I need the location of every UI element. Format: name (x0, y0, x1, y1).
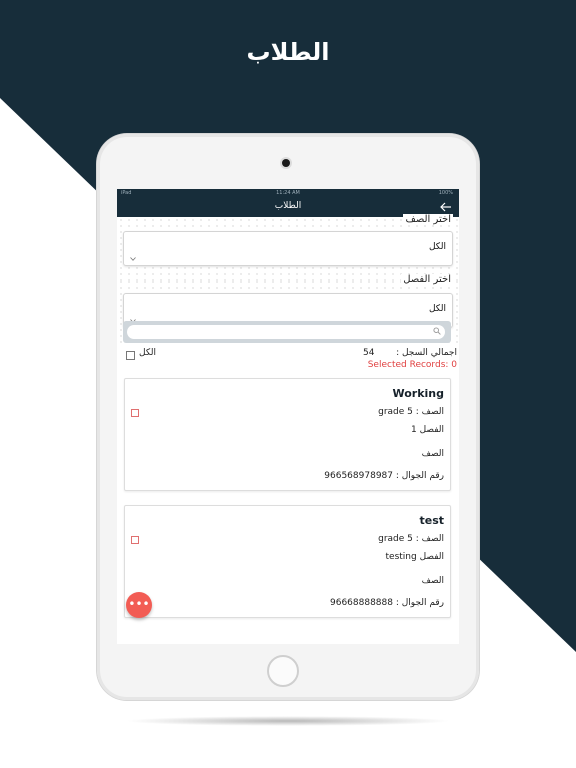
status-bar: iPad 11:24 AM 100% (117, 189, 459, 197)
student-name: test (419, 514, 444, 527)
app-screen: iPad 11:24 AM 100% الطلاب اختر الصف الكل… (117, 189, 459, 644)
more-actions-button[interactable]: ••• (126, 592, 152, 618)
arrow-right-icon[interactable] (439, 200, 453, 214)
total-records-label: اجمالي السجل : (396, 348, 457, 358)
student-grade: الصف : grade 5 (378, 407, 444, 417)
student-phone: رقم الجوال : 96668888888 (330, 598, 444, 608)
home-button[interactable] (267, 655, 299, 687)
total-records-count: 54 (363, 348, 375, 358)
student-section: الفصل testing (385, 552, 444, 562)
student-section: الفصل 1 (410, 425, 444, 435)
tablet-shadow (125, 716, 451, 726)
status-time: 11:24 AM (276, 190, 300, 196)
selected-records-text: Selected Records: 0 (367, 360, 457, 370)
student-card[interactable]: Working الصف : grade 5 الفصل 1 الصف رقم … (124, 378, 451, 491)
class-dropdown-value: الكل (428, 242, 446, 252)
student-class: الصف (421, 576, 444, 586)
search-icon (433, 327, 441, 335)
student-name: Working (392, 387, 444, 400)
hero-title: الطلاب (246, 38, 330, 66)
section-filter-label: اختر الفصل (401, 274, 453, 285)
student-grade: الصف : grade 5 (378, 534, 444, 544)
tablet-frame: iPad 11:24 AM 100% الطلاب اختر الصف الكل… (97, 134, 479, 700)
student-phone: رقم الجوال : 966568978987 (324, 471, 444, 481)
student-checkbox[interactable] (131, 536, 139, 544)
camera-icon (282, 159, 290, 167)
section-dropdown-value: الكل (428, 304, 446, 314)
more-dots-icon: ••• (128, 597, 150, 611)
class-filter-label: اختر الصف (403, 214, 453, 225)
student-card[interactable]: test الصف : grade 5 الفصل testing الصف ر… (124, 505, 451, 618)
student-checkbox[interactable] (131, 409, 139, 417)
select-all-checkbox[interactable] (126, 351, 135, 360)
select-all-label: الكل (139, 348, 157, 358)
search-bar (123, 321, 451, 343)
search-input[interactable] (127, 325, 445, 339)
content-area: اختر الصف الكل اختر الفصل الكل الكل 54 ا… (117, 214, 459, 644)
chevron-down-icon (130, 257, 136, 261)
battery-text: 100% (438, 190, 453, 196)
nav-title: الطلاب (274, 201, 302, 211)
student-class: الصف (421, 449, 444, 459)
class-dropdown[interactable]: الكل (123, 231, 453, 266)
